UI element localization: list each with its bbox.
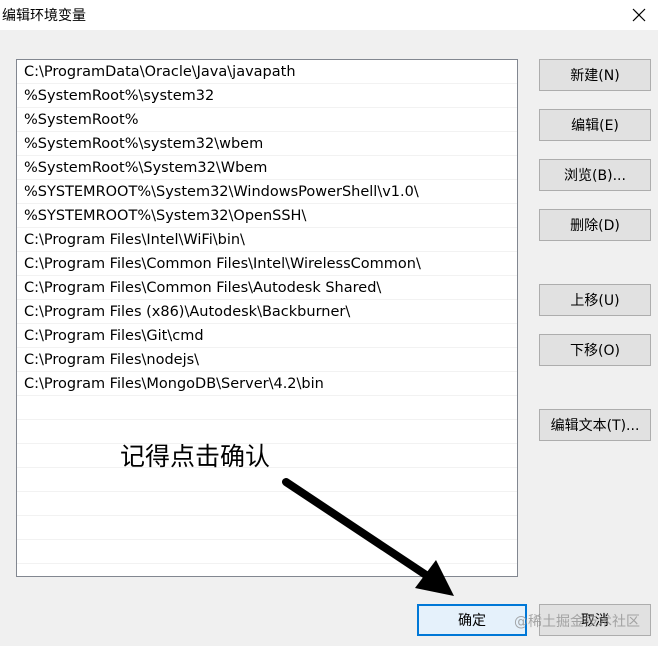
cancel-button[interactable]: 取消: [539, 604, 651, 636]
ok-button[interactable]: 确定: [417, 604, 527, 636]
annotation-arrow-icon: [282, 478, 454, 596]
